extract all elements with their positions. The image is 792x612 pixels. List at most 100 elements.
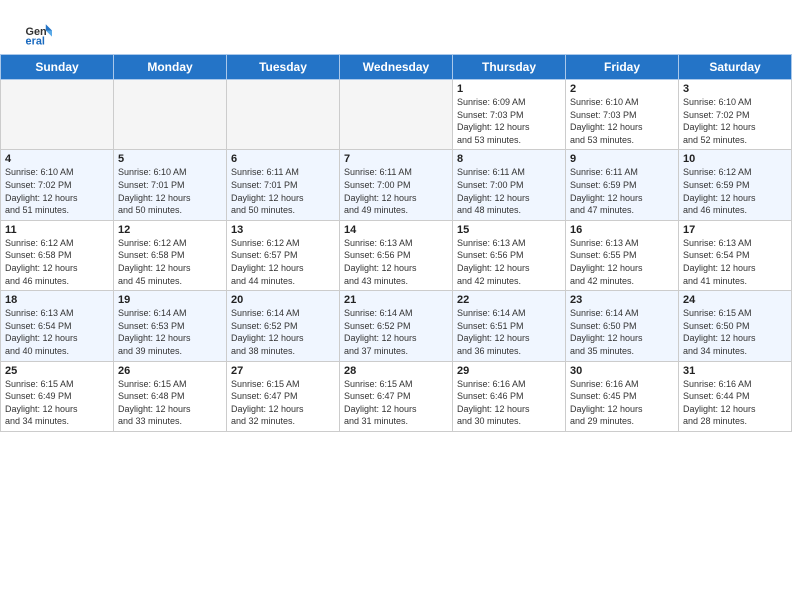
day-number: 25: [5, 365, 109, 377]
calendar-cell: 11Sunrise: 6:12 AM Sunset: 6:58 PM Dayli…: [1, 220, 114, 290]
calendar-cell: 4Sunrise: 6:10 AM Sunset: 7:02 PM Daylig…: [1, 150, 114, 220]
weekday-header-saturday: Saturday: [679, 55, 792, 80]
day-number: 27: [231, 365, 335, 377]
day-info: Sunrise: 6:15 AM Sunset: 6:48 PM Dayligh…: [118, 378, 222, 428]
calendar-cell: 28Sunrise: 6:15 AM Sunset: 6:47 PM Dayli…: [340, 361, 453, 431]
day-number: 16: [570, 224, 674, 236]
day-number: 5: [118, 153, 222, 165]
calendar-cell: 25Sunrise: 6:15 AM Sunset: 6:49 PM Dayli…: [1, 361, 114, 431]
day-info: Sunrise: 6:16 AM Sunset: 6:45 PM Dayligh…: [570, 378, 674, 428]
day-info: Sunrise: 6:15 AM Sunset: 6:47 PM Dayligh…: [231, 378, 335, 428]
calendar-cell: 1Sunrise: 6:09 AM Sunset: 7:03 PM Daylig…: [453, 80, 566, 150]
day-number: 29: [457, 365, 561, 377]
day-info: Sunrise: 6:16 AM Sunset: 6:46 PM Dayligh…: [457, 378, 561, 428]
day-info: Sunrise: 6:15 AM Sunset: 6:50 PM Dayligh…: [683, 307, 787, 357]
calendar-cell: 13Sunrise: 6:12 AM Sunset: 6:57 PM Dayli…: [227, 220, 340, 290]
calendar-cell: 17Sunrise: 6:13 AM Sunset: 6:54 PM Dayli…: [679, 220, 792, 290]
day-number: 30: [570, 365, 674, 377]
calendar-cell: 24Sunrise: 6:15 AM Sunset: 6:50 PM Dayli…: [679, 291, 792, 361]
day-number: 3: [683, 83, 787, 95]
calendar-cell: [114, 80, 227, 150]
weekday-header-thursday: Thursday: [453, 55, 566, 80]
day-number: 15: [457, 224, 561, 236]
calendar-cell: [227, 80, 340, 150]
logo-icon: Gen eral: [24, 18, 52, 46]
day-info: Sunrise: 6:13 AM Sunset: 6:54 PM Dayligh…: [683, 237, 787, 287]
calendar-cell: 22Sunrise: 6:14 AM Sunset: 6:51 PM Dayli…: [453, 291, 566, 361]
day-info: Sunrise: 6:13 AM Sunset: 6:56 PM Dayligh…: [344, 237, 448, 287]
calendar-cell: 2Sunrise: 6:10 AM Sunset: 7:03 PM Daylig…: [566, 80, 679, 150]
day-info: Sunrise: 6:12 AM Sunset: 6:58 PM Dayligh…: [118, 237, 222, 287]
header: Gen eral: [0, 0, 792, 54]
calendar-cell: [340, 80, 453, 150]
day-number: 14: [344, 224, 448, 236]
logo: Gen eral: [24, 18, 56, 46]
day-number: 18: [5, 294, 109, 306]
day-number: 7: [344, 153, 448, 165]
calendar-cell: 30Sunrise: 6:16 AM Sunset: 6:45 PM Dayli…: [566, 361, 679, 431]
day-number: 1: [457, 83, 561, 95]
day-number: 12: [118, 224, 222, 236]
day-number: 24: [683, 294, 787, 306]
day-number: 9: [570, 153, 674, 165]
day-info: Sunrise: 6:12 AM Sunset: 6:59 PM Dayligh…: [683, 166, 787, 216]
day-info: Sunrise: 6:13 AM Sunset: 6:56 PM Dayligh…: [457, 237, 561, 287]
calendar-week-row: 18Sunrise: 6:13 AM Sunset: 6:54 PM Dayli…: [1, 291, 792, 361]
calendar-cell: 8Sunrise: 6:11 AM Sunset: 7:00 PM Daylig…: [453, 150, 566, 220]
day-info: Sunrise: 6:15 AM Sunset: 6:47 PM Dayligh…: [344, 378, 448, 428]
day-number: 10: [683, 153, 787, 165]
day-info: Sunrise: 6:13 AM Sunset: 6:54 PM Dayligh…: [5, 307, 109, 357]
day-info: Sunrise: 6:14 AM Sunset: 6:50 PM Dayligh…: [570, 307, 674, 357]
calendar-cell: 10Sunrise: 6:12 AM Sunset: 6:59 PM Dayli…: [679, 150, 792, 220]
calendar-cell: 5Sunrise: 6:10 AM Sunset: 7:01 PM Daylig…: [114, 150, 227, 220]
day-number: 31: [683, 365, 787, 377]
day-number: 28: [344, 365, 448, 377]
calendar-cell: 12Sunrise: 6:12 AM Sunset: 6:58 PM Dayli…: [114, 220, 227, 290]
day-info: Sunrise: 6:09 AM Sunset: 7:03 PM Dayligh…: [457, 96, 561, 146]
day-number: 8: [457, 153, 561, 165]
day-info: Sunrise: 6:12 AM Sunset: 6:58 PM Dayligh…: [5, 237, 109, 287]
day-number: 26: [118, 365, 222, 377]
day-info: Sunrise: 6:11 AM Sunset: 6:59 PM Dayligh…: [570, 166, 674, 216]
day-info: Sunrise: 6:14 AM Sunset: 6:51 PM Dayligh…: [457, 307, 561, 357]
day-number: 21: [344, 294, 448, 306]
day-number: 2: [570, 83, 674, 95]
day-number: 4: [5, 153, 109, 165]
calendar-cell: 26Sunrise: 6:15 AM Sunset: 6:48 PM Dayli…: [114, 361, 227, 431]
calendar-week-row: 11Sunrise: 6:12 AM Sunset: 6:58 PM Dayli…: [1, 220, 792, 290]
day-info: Sunrise: 6:10 AM Sunset: 7:03 PM Dayligh…: [570, 96, 674, 146]
day-info: Sunrise: 6:16 AM Sunset: 6:44 PM Dayligh…: [683, 378, 787, 428]
calendar-cell: 23Sunrise: 6:14 AM Sunset: 6:50 PM Dayli…: [566, 291, 679, 361]
calendar-cell: 19Sunrise: 6:14 AM Sunset: 6:53 PM Dayli…: [114, 291, 227, 361]
day-info: Sunrise: 6:12 AM Sunset: 6:57 PM Dayligh…: [231, 237, 335, 287]
calendar-cell: 27Sunrise: 6:15 AM Sunset: 6:47 PM Dayli…: [227, 361, 340, 431]
weekday-header-row: SundayMondayTuesdayWednesdayThursdayFrid…: [1, 55, 792, 80]
day-info: Sunrise: 6:14 AM Sunset: 6:53 PM Dayligh…: [118, 307, 222, 357]
day-number: 22: [457, 294, 561, 306]
calendar-week-row: 4Sunrise: 6:10 AM Sunset: 7:02 PM Daylig…: [1, 150, 792, 220]
calendar-cell: 3Sunrise: 6:10 AM Sunset: 7:02 PM Daylig…: [679, 80, 792, 150]
day-info: Sunrise: 6:10 AM Sunset: 7:01 PM Dayligh…: [118, 166, 222, 216]
calendar-cell: 6Sunrise: 6:11 AM Sunset: 7:01 PM Daylig…: [227, 150, 340, 220]
calendar-cell: 29Sunrise: 6:16 AM Sunset: 6:46 PM Dayli…: [453, 361, 566, 431]
day-number: 6: [231, 153, 335, 165]
calendar-week-row: 1Sunrise: 6:09 AM Sunset: 7:03 PM Daylig…: [1, 80, 792, 150]
day-number: 19: [118, 294, 222, 306]
day-number: 17: [683, 224, 787, 236]
calendar-cell: 18Sunrise: 6:13 AM Sunset: 6:54 PM Dayli…: [1, 291, 114, 361]
weekday-header-friday: Friday: [566, 55, 679, 80]
day-info: Sunrise: 6:11 AM Sunset: 7:00 PM Dayligh…: [457, 166, 561, 216]
weekday-header-wednesday: Wednesday: [340, 55, 453, 80]
calendar-table: SundayMondayTuesdayWednesdayThursdayFrid…: [0, 54, 792, 432]
calendar-cell: 7Sunrise: 6:11 AM Sunset: 7:00 PM Daylig…: [340, 150, 453, 220]
calendar-cell: [1, 80, 114, 150]
calendar-cell: 9Sunrise: 6:11 AM Sunset: 6:59 PM Daylig…: [566, 150, 679, 220]
weekday-header-monday: Monday: [114, 55, 227, 80]
calendar-cell: 14Sunrise: 6:13 AM Sunset: 6:56 PM Dayli…: [340, 220, 453, 290]
calendar-cell: 15Sunrise: 6:13 AM Sunset: 6:56 PM Dayli…: [453, 220, 566, 290]
day-info: Sunrise: 6:10 AM Sunset: 7:02 PM Dayligh…: [683, 96, 787, 146]
day-info: Sunrise: 6:13 AM Sunset: 6:55 PM Dayligh…: [570, 237, 674, 287]
calendar-cell: 21Sunrise: 6:14 AM Sunset: 6:52 PM Dayli…: [340, 291, 453, 361]
day-number: 13: [231, 224, 335, 236]
day-info: Sunrise: 6:11 AM Sunset: 7:01 PM Dayligh…: [231, 166, 335, 216]
